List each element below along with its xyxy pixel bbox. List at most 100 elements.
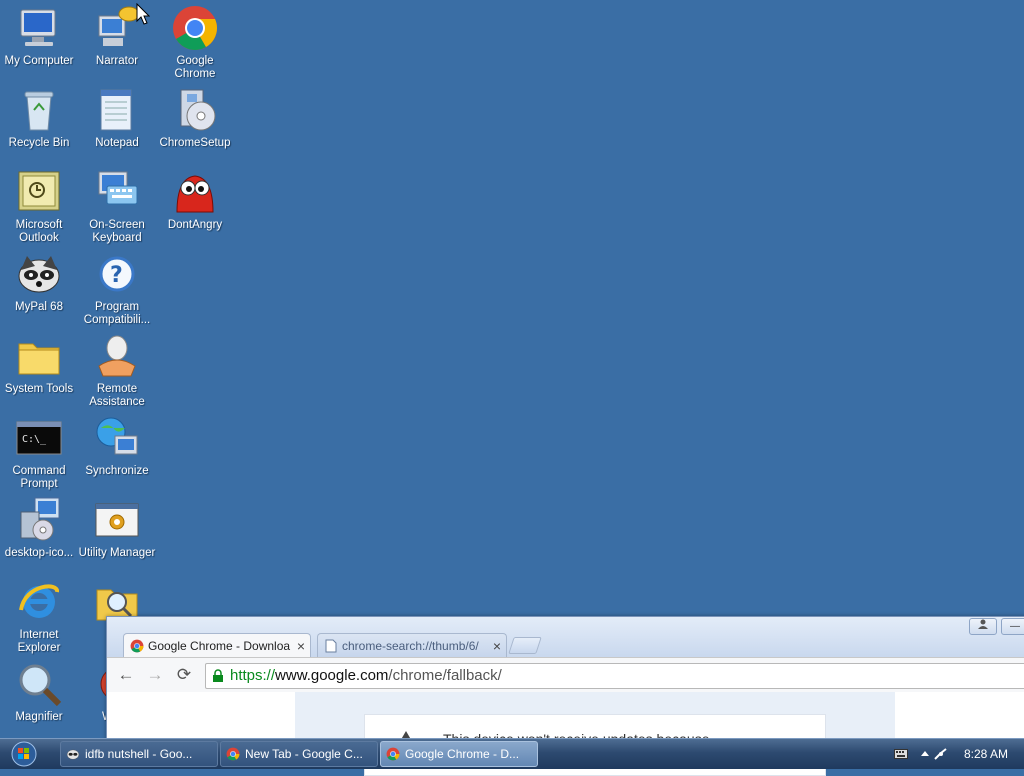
desktop-icon-outlook[interactable]: Microsoft Outlook: [0, 166, 78, 245]
keyboard-icon[interactable]: [894, 748, 908, 760]
desktop-icon-google-chrome[interactable]: Google Chrome: [156, 2, 234, 81]
taskbar-item-label: Google Chrome - D...: [405, 747, 520, 761]
url-host: www.google.com: [275, 667, 389, 684]
tab-google-chrome-download[interactable]: Google Chrome - Downloa ×: [123, 633, 311, 657]
desktop-icon-recycle-bin[interactable]: Recycle Bin: [0, 84, 78, 150]
chrome-titlebar[interactable]: — Google Chrome - Downloa × chrome-searc…: [107, 617, 1024, 657]
desktop-icon-my-computer[interactable]: My Computer: [0, 2, 78, 68]
raccoon-icon: [15, 250, 63, 298]
taskbar-item-new-tab[interactable]: New Tab - Google C...: [220, 741, 378, 767]
desktop-icon-command-prompt[interactable]: C:\_ Command Prompt: [0, 412, 78, 491]
start-button[interactable]: [4, 740, 44, 768]
address-url: https://www.google.com/chrome/fallback/: [230, 667, 502, 684]
tab-title: Google Chrome - Downloa: [148, 639, 291, 653]
desktop-icon-label: desktop-ico...: [4, 547, 74, 559]
chrome-icon: [226, 747, 240, 761]
utility-icon: [93, 496, 141, 544]
desktop-icon-label: Google Chrome: [174, 55, 216, 80]
taskbar-item-label: New Tab - Google C...: [245, 747, 363, 761]
new-tab-button[interactable]: [508, 637, 542, 654]
desktop-icon-synchronize[interactable]: Synchronize: [78, 412, 156, 478]
desktop-icon-label: Notepad: [95, 137, 139, 149]
chrome-icon: [386, 747, 400, 761]
tab-close-icon[interactable]: ×: [493, 634, 501, 657]
profile-button[interactable]: [969, 618, 997, 635]
clock[interactable]: 8:28 AM: [964, 747, 1008, 761]
chrome-window[interactable]: — Google Chrome - Downloa × chrome-searc…: [106, 616, 1024, 776]
raccoon-icon: [67, 749, 79, 760]
desktop-icon-utility-manager[interactable]: Utility Manager: [78, 494, 156, 560]
magnifier-icon: [15, 660, 63, 708]
taskbar-item-idfb-nutshell[interactable]: idfb nutshell - Goo...: [60, 741, 218, 767]
notepad-icon: [93, 86, 141, 134]
desktop-icon-label: Narrator: [95, 55, 139, 67]
page-icon: [325, 639, 337, 653]
installer-icon: [15, 496, 63, 544]
svg-text:?: ?: [110, 263, 123, 288]
mouse-cursor-icon: [136, 3, 150, 25]
system-tray: 8:28 AM: [894, 739, 1024, 769]
recycle-bin-icon: [15, 86, 63, 134]
computer-icon: [15, 4, 63, 52]
desktop-icon-chromesetup[interactable]: ChromeSetup: [156, 84, 234, 150]
tab-close-icon[interactable]: ×: [297, 634, 305, 657]
desktop-icon-label: Internet Explorer: [17, 629, 61, 654]
forward-button[interactable]: →: [144, 665, 166, 685]
url-path: /chrome/fallback/: [388, 667, 502, 684]
desktop-icon-internet-explorer[interactable]: Internet Explorer: [0, 576, 78, 655]
installer-icon: [171, 86, 219, 134]
desktop-icon-label: Synchronize: [85, 465, 149, 477]
desktop-icon-label: Microsoft Outlook: [15, 219, 63, 244]
tab-title: chrome-search://thumb/6/: [342, 639, 479, 653]
network-icon[interactable]: [934, 748, 948, 760]
tab-chrome-search-thumb[interactable]: chrome-search://thumb/6/ ×: [317, 633, 507, 657]
desktop-icon-program-compatibility[interactable]: ? Program Compatibili...: [78, 248, 156, 327]
reload-button[interactable]: ⟳: [173, 665, 195, 685]
desktop-icon-dontangry[interactable]: DontAngry: [156, 166, 234, 232]
desktop-icon-label: ChromeSetup: [159, 137, 231, 149]
terminal-icon: C:\_: [15, 414, 63, 462]
svg-text:C:\_: C:\_: [22, 434, 47, 445]
taskbar-item-google-chrome[interactable]: Google Chrome - D...: [380, 741, 538, 767]
desktop-icon-label: My Computer: [4, 55, 74, 67]
keyboard-icon: [93, 168, 141, 216]
ie-icon: [15, 578, 63, 626]
desktop-icon-label: Recycle Bin: [8, 137, 70, 149]
red-character-icon: [171, 168, 219, 216]
desktop-icon-label: Remote Assistance: [89, 383, 145, 408]
desktop-icon-label: MyPal 68: [15, 301, 63, 313]
desktop-icon-mypal[interactable]: MyPal 68: [0, 248, 78, 314]
desktop-icon-notepad[interactable]: Notepad: [78, 84, 156, 150]
desktop-icon-label: Program Compatibili...: [83, 301, 151, 326]
desktop-icon-remote-assistance[interactable]: Remote Assistance: [78, 330, 156, 409]
desktop-icon-desktop-ico[interactable]: desktop-ico...: [0, 494, 78, 560]
desktop-icon-label: Utility Manager: [78, 547, 156, 559]
desktop-icon-on-screen-keyboard[interactable]: On-Screen Keyboard: [78, 166, 156, 245]
chrome-icon: [171, 4, 219, 52]
sync-icon: [93, 414, 141, 462]
url-scheme: https://: [230, 667, 276, 684]
taskbar-item-label: idfb nutshell - Goo...: [85, 747, 193, 761]
desktop-icon-label: Magnifier: [15, 711, 63, 723]
person-icon: [978, 619, 988, 629]
minimize-button[interactable]: —: [1001, 618, 1024, 635]
desktop-icon-system-tools[interactable]: System Tools: [0, 330, 78, 396]
desktop-icon-magnifier[interactable]: Magnifier: [0, 658, 78, 724]
chrome-favicon-icon: [130, 639, 144, 653]
back-button[interactable]: ←: [115, 665, 137, 685]
desktop-icon-label: System Tools: [4, 383, 74, 395]
chevron-up-icon[interactable]: [918, 748, 932, 760]
lock-icon: [213, 669, 223, 682]
outlook-icon: [15, 168, 63, 216]
address-bar[interactable]: https://www.google.com/chrome/fallback/: [205, 663, 1024, 689]
desktop-icon-label: DontAngry: [167, 219, 223, 231]
desktop-icon-label: On-Screen Keyboard: [89, 219, 145, 244]
minimize-icon: —: [1010, 621, 1020, 632]
desktop-icon-label: Command Prompt: [12, 465, 66, 490]
taskbar: idfb nutshell - Goo... New Tab - Google …: [0, 738, 1024, 769]
narrator-icon: [93, 4, 141, 52]
desktop: My Computer Recycle Bin Microsoft Outloo…: [0, 0, 1024, 776]
chrome-toolbar: ← → ⟳ https://www.google.com/chrome/fall…: [107, 657, 1024, 692]
folder-icon: [15, 332, 63, 380]
remote-assistance-icon: [93, 332, 141, 380]
